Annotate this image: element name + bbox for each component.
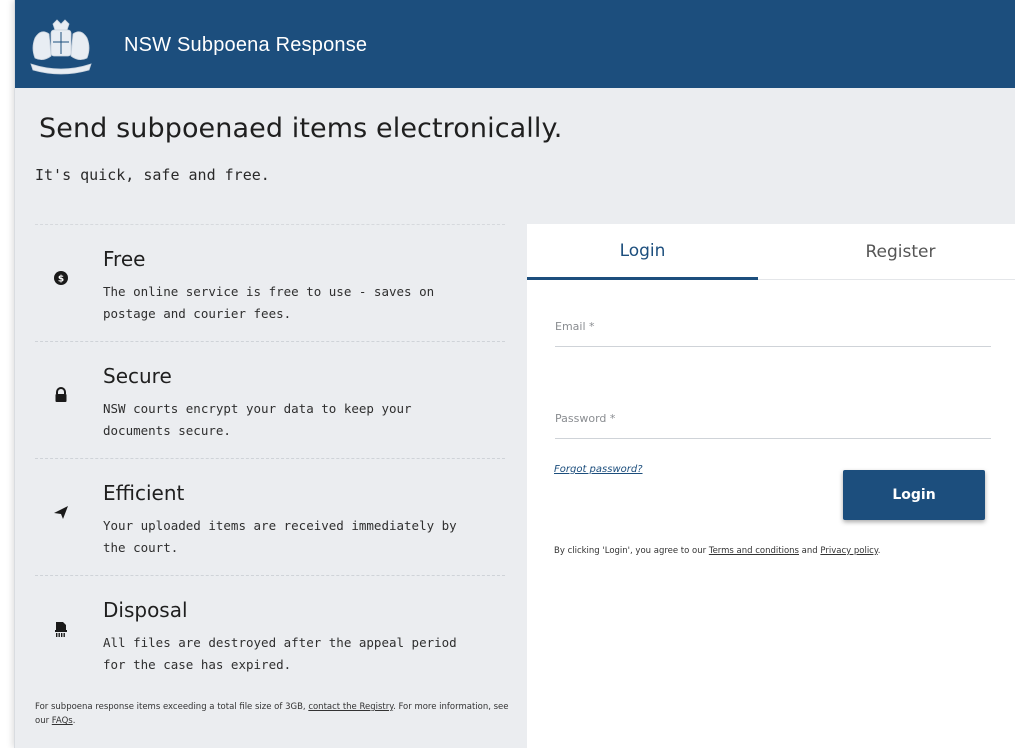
contact-registry-link[interactable]: contact the Registry [308, 702, 393, 712]
tab-register[interactable]: Register [785, 224, 1015, 280]
app-title[interactable]: NSW Subpoena Response [124, 34, 367, 57]
feature-title: Free [103, 247, 146, 271]
feature-title: Disposal [103, 598, 188, 622]
forgot-password-link[interactable]: Forgot password? [554, 464, 643, 475]
feature-description: The online service is free to use - save… [103, 284, 435, 321]
feature-secure: Secure NSW courts encrypt your data to k… [35, 341, 505, 458]
page-frame: NSW Subpoena Response Send subpoenaed it… [14, 0, 1015, 748]
login-button[interactable]: Login [843, 470, 985, 520]
terms-agreement: By clicking 'Login', you agree to our Te… [554, 546, 1004, 556]
agreement-text: . [877, 546, 881, 556]
dollar-coin-icon: $ [53, 270, 69, 286]
feature-description: Your uploaded items are received immedia… [103, 518, 457, 555]
feature-free: $ Free The online service is free to use… [35, 224, 505, 341]
terms-link[interactable]: Terms and conditions [709, 546, 799, 556]
privacy-link[interactable]: Privacy policy [820, 546, 877, 556]
feature-title: Secure [103, 364, 172, 388]
password-field-wrapper [555, 399, 991, 439]
feature-description: All files are destroyed after the appeal… [103, 635, 457, 672]
auth-panel: Login Register Forgot password? Login By… [527, 224, 1015, 748]
agreement-text: By clicking 'Login', you agree to our [554, 546, 709, 556]
features-list: $ Free The online service is free to use… [35, 224, 505, 692]
password-field[interactable] [555, 399, 991, 438]
paper-plane-icon [53, 504, 69, 520]
agreement-text: and [798, 546, 821, 556]
tab-login[interactable]: Login [527, 224, 758, 280]
auth-tabs: Login Register [527, 224, 1015, 280]
footnote-text: . [72, 716, 76, 726]
lock-icon [53, 387, 69, 403]
faqs-link[interactable]: FAQs [52, 716, 73, 726]
email-field-wrapper [555, 307, 991, 347]
email-field[interactable] [555, 307, 991, 346]
feature-description: NSW courts encrypt your data to keep you… [103, 401, 412, 438]
footnote-text: For subpoena response items exceeding a … [35, 702, 309, 712]
page-headline: Send subpoenaed items electronically. [39, 113, 563, 144]
shredder-icon [53, 621, 69, 637]
feature-efficient: Efficient Your uploaded items are receiv… [35, 458, 505, 575]
coat-of-arms-logo [30, 19, 92, 75]
header-bar: NSW Subpoena Response [15, 0, 1015, 88]
feature-title: Efficient [103, 481, 185, 505]
feature-disposal: Disposal All files are destroyed after t… [35, 575, 505, 692]
svg-text:$: $ [58, 275, 64, 285]
page-subline: It's quick, safe and free. [35, 166, 270, 184]
file-size-footnote: For subpoena response items exceeding a … [35, 700, 515, 728]
